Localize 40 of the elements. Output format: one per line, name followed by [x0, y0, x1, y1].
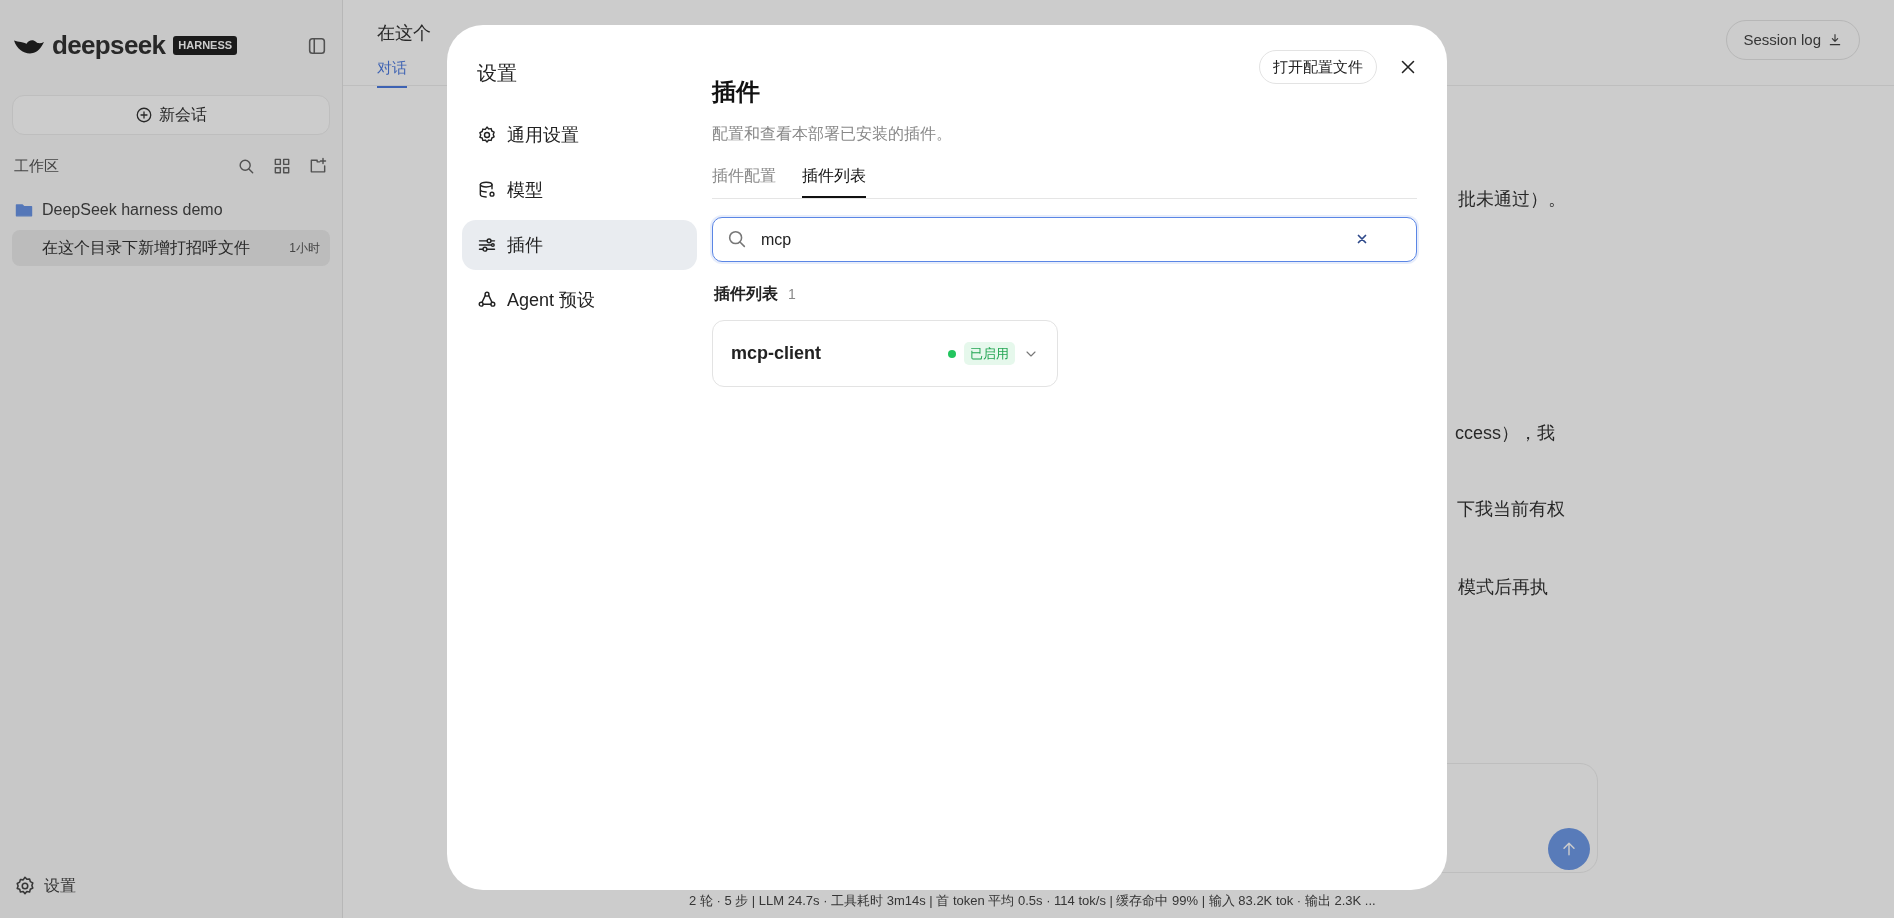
section-description: 配置和查看本部署已安装的插件。 [712, 124, 953, 144]
section-heading: 插件 [712, 77, 761, 107]
workspace-item[interactable]: DeepSeek harness demo [42, 197, 223, 222]
chat-tab[interactable]: 对话 [377, 57, 407, 88]
status-bar-text: 2 轮 · 5 步 | LLM 24.7s · 工具耗时 3m14s | 首 token 平均 0.5s · 114 tok/s | 缓存命中 99% | 输入 83.2K tok · 输出 2.3K ... [689, 892, 1376, 911]
settings-button[interactable]: 设置 [12, 874, 330, 898]
status-badge: 已启用 [964, 341, 1015, 366]
search-field[interactable]: mcp [712, 217, 1417, 262]
conversation-time: 1小时 [289, 239, 320, 257]
sliders-icon [477, 235, 497, 255]
conversation-item[interactable]: 在这个目录下新增打招呼文件 1小时 [12, 229, 330, 266]
settings-nav-item[interactable]: 通用设置 [462, 110, 697, 160]
search-icon [726, 228, 748, 250]
plugin-tab[interactable]: 插件配置 [712, 164, 776, 198]
settings-icon [477, 125, 497, 145]
message-text: 模式后再执 [1458, 576, 1548, 599]
plugin-tab[interactable]: 插件列表 [802, 164, 866, 198]
list-heading: 插件列表 [714, 284, 778, 304]
plugin-card[interactable]: mcp-client 已启用 [712, 320, 1058, 387]
section-label: 工作区 [14, 156, 60, 176]
logo-text: deepseek [52, 29, 166, 62]
new-chat-button[interactable]: 新会话 [12, 95, 330, 135]
database-icon [477, 180, 497, 200]
message-text: 批未通过）。 [1458, 188, 1566, 211]
conversation-title: 在这个目录下新增打招呼文件 [42, 237, 251, 258]
message-text: ccess），我 [1455, 422, 1555, 445]
version-badge: HARNESS [173, 36, 238, 55]
settings-nav-item[interactable]: 插件 [462, 220, 697, 270]
settings-nav-item[interactable]: Agent 预设 [462, 275, 697, 325]
dialog-title: 设置 [477, 61, 518, 86]
settings-nav-item[interactable]: 模型 [462, 165, 697, 215]
clear-icon [1355, 232, 1369, 246]
plus-circle-icon [135, 106, 153, 124]
settings-icon [14, 875, 36, 897]
message-text: 下我当前有权 [1457, 498, 1565, 521]
plugin-name: mcp-client [731, 342, 823, 365]
chat-title: 在这个 [377, 22, 431, 45]
download-icon [1827, 32, 1843, 48]
nodes-icon [477, 290, 497, 310]
list-count: 1 [788, 284, 796, 304]
